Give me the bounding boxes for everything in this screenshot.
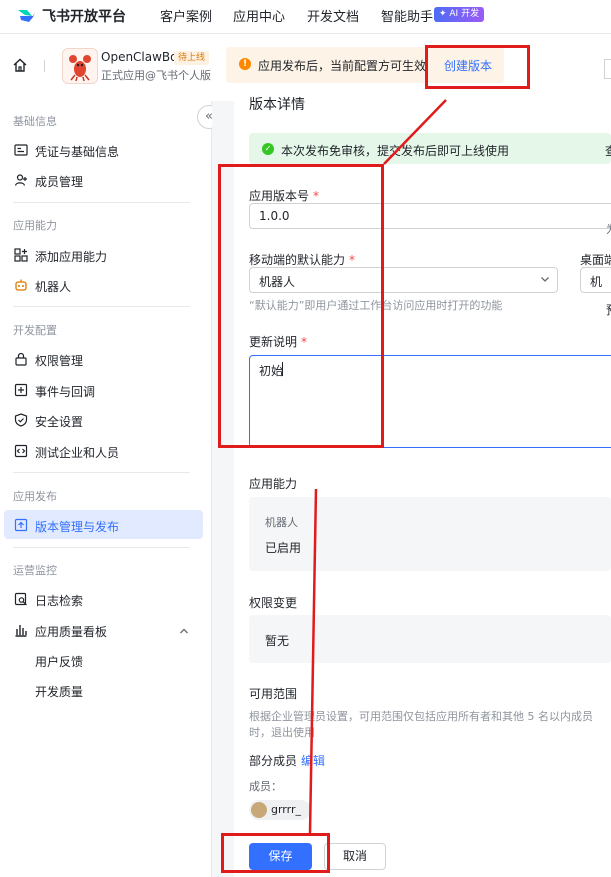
nav-ai-assistant[interactable]: 智能助手 bbox=[381, 6, 433, 25]
upload-icon bbox=[14, 518, 28, 532]
members-label: 成员： bbox=[249, 780, 282, 793]
ai-dev-badge[interactable]: ✦ AI 开发 bbox=[434, 7, 485, 22]
lobster-icon bbox=[69, 55, 91, 82]
capability-box bbox=[249, 497, 611, 571]
desktop-default-value: 机 bbox=[590, 275, 603, 289]
app-name: OpenClawBot bbox=[101, 50, 183, 64]
header-action-partial[interactable] bbox=[604, 59, 611, 79]
avatar bbox=[251, 802, 267, 818]
banner-link-partial[interactable]: 查 bbox=[605, 142, 611, 159]
robot-icon bbox=[15, 279, 27, 291]
annotation-box-create-version bbox=[425, 45, 530, 89]
success-text: 本次发布免审核，提交发布后即可上线使用 bbox=[281, 144, 510, 158]
app-type: 正式应用@飞书个人版 bbox=[101, 69, 211, 82]
scope-description: 根据企业管理员设置，可用范围仅包括应用所有者和其他 5 名以内成员时，退出使用 bbox=[249, 710, 593, 739]
permission-change-box bbox=[249, 615, 611, 663]
brand-title[interactable]: 飞书开放平台 bbox=[42, 6, 126, 26]
version-hint-partial: 为 bbox=[606, 221, 611, 237]
capability-name: 机器人 bbox=[265, 516, 298, 529]
permission-change-label: 权限变更 bbox=[249, 596, 298, 610]
desktop-default-label: 桌面端 bbox=[580, 253, 611, 267]
lock-icon bbox=[15, 352, 27, 366]
chevron-up-icon[interactable] bbox=[178, 625, 190, 637]
permission-change-value: 暂无 bbox=[265, 634, 290, 648]
event-plus-icon bbox=[14, 383, 28, 397]
sidebar-item-user-feedback[interactable]: 用户反馈 bbox=[35, 653, 83, 670]
check-circle-icon: ✓ bbox=[262, 143, 274, 155]
notice-text: 应用发布后，当前配置方可生效 bbox=[258, 59, 427, 73]
chevron-down-icon bbox=[541, 277, 549, 282]
member-name: grrrr_ bbox=[271, 803, 301, 816]
divider bbox=[13, 547, 190, 548]
sidebar-section-release: 应用发布 bbox=[13, 490, 57, 503]
scope-value: 部分成员 bbox=[249, 754, 298, 768]
sidebar-item-dev-quality[interactable]: 开发质量 bbox=[35, 683, 83, 700]
cancel-button[interactable]: 取消 bbox=[324, 843, 386, 870]
nav-dev-docs[interactable]: 开发文档 bbox=[307, 6, 359, 25]
edit-scope-link[interactable]: 编辑 bbox=[301, 752, 325, 769]
scope-label: 可用范围 bbox=[249, 687, 298, 701]
app-avatar bbox=[62, 48, 98, 84]
sidebar-section-capabilities: 应用能力 bbox=[13, 219, 57, 232]
divider bbox=[13, 202, 190, 203]
log-search-icon bbox=[14, 592, 27, 606]
shield-icon bbox=[14, 413, 28, 427]
feishu-logo-icon[interactable] bbox=[16, 7, 36, 25]
apps-add-icon bbox=[14, 248, 28, 262]
annotation-box-form bbox=[218, 164, 384, 448]
preview-partial: 预 bbox=[606, 301, 611, 318]
id-card-icon bbox=[14, 144, 28, 156]
sidebar-section-monitoring: 运营监控 bbox=[13, 564, 57, 577]
divider bbox=[13, 472, 190, 473]
bar-chart-icon bbox=[15, 625, 27, 637]
divider bbox=[44, 60, 45, 72]
sidebar-section-dev-config: 开发配置 bbox=[13, 324, 57, 337]
warning-icon: ! bbox=[239, 58, 251, 70]
annotation-box-save bbox=[221, 833, 330, 873]
status-badge: 待上线 bbox=[174, 51, 210, 65]
capability-status: 已启用 bbox=[265, 541, 302, 555]
page-title: 版本详情 bbox=[249, 97, 305, 113]
capability-label: 应用能力 bbox=[249, 477, 298, 491]
user-add-icon bbox=[14, 174, 27, 186]
nav-customer-cases[interactable]: 客户案例 bbox=[160, 6, 212, 25]
nav-app-center[interactable]: 应用中心 bbox=[233, 6, 285, 25]
sidebar-section-basic: 基础信息 bbox=[13, 115, 57, 128]
home-icon[interactable] bbox=[12, 57, 28, 73]
divider bbox=[13, 306, 190, 307]
code-icon bbox=[14, 444, 28, 458]
